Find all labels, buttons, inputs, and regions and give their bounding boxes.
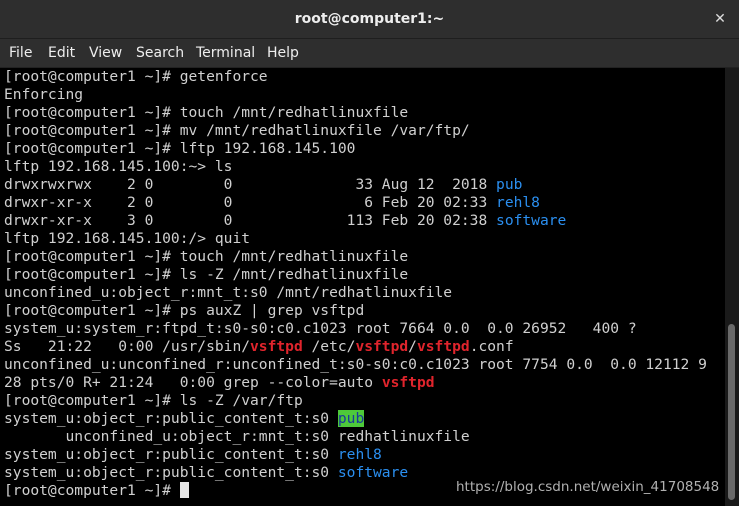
- highlighted-red-text: vsftpd: [416, 338, 470, 355]
- terminal-text: lftp 192.168.145.100:/> quit: [4, 230, 251, 247]
- terminal-line: [root@computer1 ~]# mv /mnt/redhatlinuxf…: [4, 122, 707, 140]
- terminal-line: [root@computer1 ~]# touch /mnt/redhatlin…: [4, 104, 707, 122]
- terminal-line: drwxr-xr-x 3 0 0 113 Feb 20 02:38 softwa…: [4, 212, 707, 230]
- terminal-text: [root@computer1 ~]# touch /mnt/redhatlin…: [4, 104, 409, 121]
- terminal-text: /: [408, 338, 417, 355]
- scrollbar-thumb[interactable]: [728, 324, 735, 500]
- terminal-line: drwxrwxrwx 2 0 0 33 Aug 12 2018 pub: [4, 176, 707, 194]
- menu-view[interactable]: View: [89, 44, 122, 62]
- terminal-text: 28 pts/0 R+ 21:24 0:00 grep --color=auto: [4, 374, 382, 391]
- terminal-text: [root@computer1 ~]# ls -Z /mnt/redhatlin…: [4, 266, 409, 283]
- terminal-line: [root@computer1 ~]# getenforce: [4, 68, 707, 86]
- terminal-text: /etc/: [302, 338, 356, 355]
- title-bar[interactable]: root@computer1:~ ✕: [0, 0, 739, 39]
- terminal-text: [root@computer1 ~]# ls -Z /var/ftp: [4, 392, 303, 409]
- terminal-text: system_u:object_r:public_content_t:s0: [4, 410, 338, 427]
- terminal-line: [root@computer1 ~]# touch /mnt/redhatlin…: [4, 248, 707, 266]
- terminal-line: lftp 192.168.145.100:~> ls: [4, 158, 707, 176]
- terminal-output[interactable]: [root@computer1 ~]# getenforce Enforcing[…: [0, 68, 725, 506]
- terminal-lines: [root@computer1 ~]# getenforce Enforcing[…: [4, 68, 707, 500]
- terminal-text: [root@computer1 ~]# getenforce: [4, 68, 268, 85]
- terminal-line: system_u:system_r:ftpd_t:s0-s0:c0.c1023 …: [4, 320, 707, 338]
- terminal-text: lftp 192.168.145.100:~> ls: [4, 158, 233, 175]
- highlighted-pub-text: pub: [337, 410, 365, 427]
- terminal-text: [root@computer1 ~]# touch /mnt/redhatlin…: [4, 248, 409, 265]
- terminal-text: system_u:system_r:ftpd_t:s0-s0:c0.c1023 …: [4, 320, 637, 337]
- terminal-text: unconfined_u:unconfined_r:unconfined_t:s…: [4, 356, 707, 373]
- terminal-line: system_u:object_r:public_content_t:s0 pu…: [4, 410, 707, 428]
- terminal-text: Ss 21:22 0:00 /usr/sbin/: [4, 338, 251, 355]
- terminal-window: root@computer1:~ ✕ File Edit View Search…: [0, 0, 739, 506]
- terminal-line: lftp 192.168.145.100:/> quit: [4, 230, 707, 248]
- terminal-text: drwxr-xr-x 3 0 0 113 Feb 20 02:38: [4, 212, 497, 229]
- watermark-text: https://blog.csdn.net/weixin_41708548: [456, 479, 720, 495]
- terminal-line: [root@computer1 ~]# ls -Z /mnt/redhatlin…: [4, 266, 707, 284]
- terminal-text: .conf: [469, 338, 514, 355]
- terminal-text: unconfined_u:object_r:mnt_t:s0 /mnt/redh…: [4, 284, 453, 301]
- terminal-text: unconfined_u:object_r:mnt_t:s0 redhatlin…: [4, 428, 470, 445]
- highlighted-blue-text: pub: [496, 176, 523, 193]
- highlighted-red-text: vsftpd: [250, 338, 303, 355]
- menu-search[interactable]: Search: [136, 44, 184, 62]
- window-title: root@computer1:~: [294, 11, 445, 27]
- terminal-text: [root@computer1 ~]# mv /mnt/redhatlinuxf…: [4, 122, 470, 139]
- terminal-text: [root@computer1 ~]# lftp 192.168.145.100: [4, 140, 356, 157]
- highlighted-red-text: vsftpd: [381, 374, 435, 391]
- terminal-line: system_u:object_r:public_content_t:s0 re…: [4, 446, 707, 464]
- text-cursor: [179, 482, 189, 498]
- close-icon[interactable]: ✕: [711, 10, 729, 28]
- scrollbar[interactable]: [725, 68, 739, 506]
- terminal-text: drwxrwxrwx 2 0 0 33 Aug 12 2018: [4, 176, 497, 193]
- terminal-line: [root@computer1 ~]# ls -Z /var/ftp: [4, 392, 707, 410]
- highlighted-blue-text: software: [496, 212, 567, 229]
- terminal-text: [root@computer1 ~]#: [4, 482, 180, 499]
- terminal-line: Enforcing: [4, 86, 707, 104]
- highlighted-blue-text: rehl8: [496, 194, 540, 211]
- menu-edit[interactable]: Edit: [48, 44, 75, 62]
- highlighted-blue-text: rehl8: [337, 446, 382, 463]
- terminal-line: unconfined_u:object_r:mnt_t:s0 redhatlin…: [4, 428, 707, 446]
- menu-terminal[interactable]: Terminal: [196, 44, 255, 62]
- terminal-text: drwxr-xr-x 2 0 0 6 Feb 20 02:33: [4, 194, 497, 211]
- terminal-text: [root@computer1 ~]# ps auxZ | grep vsftp…: [4, 302, 365, 319]
- terminal-line: 28 pts/0 R+ 21:24 0:00 grep --color=auto…: [4, 374, 707, 392]
- terminal-text: Enforcing: [4, 86, 84, 103]
- terminal-line: drwxr-xr-x 2 0 0 6 Feb 20 02:33 rehl8: [4, 194, 707, 212]
- menu-file[interactable]: File: [9, 44, 32, 62]
- menu-bar: File Edit View Search Terminal Help: [0, 39, 739, 68]
- terminal-line: [root@computer1 ~]# ps auxZ | grep vsftp…: [4, 302, 707, 320]
- menu-help[interactable]: Help: [267, 44, 299, 62]
- terminal-text: system_u:object_r:public_content_t:s0: [4, 464, 338, 481]
- terminal-line: Ss 21:22 0:00 /usr/sbin/vsftpd /etc/vsft…: [4, 338, 707, 356]
- terminal-text: system_u:object_r:public_content_t:s0: [4, 446, 338, 463]
- terminal-line: unconfined_u:object_r:mnt_t:s0 /mnt/redh…: [4, 284, 707, 302]
- terminal-line: unconfined_u:unconfined_r:unconfined_t:s…: [4, 356, 707, 374]
- highlighted-red-text: vsftpd: [355, 338, 409, 355]
- terminal-line: [root@computer1 ~]# lftp 192.168.145.100: [4, 140, 707, 158]
- highlighted-blue-text: software: [337, 464, 409, 481]
